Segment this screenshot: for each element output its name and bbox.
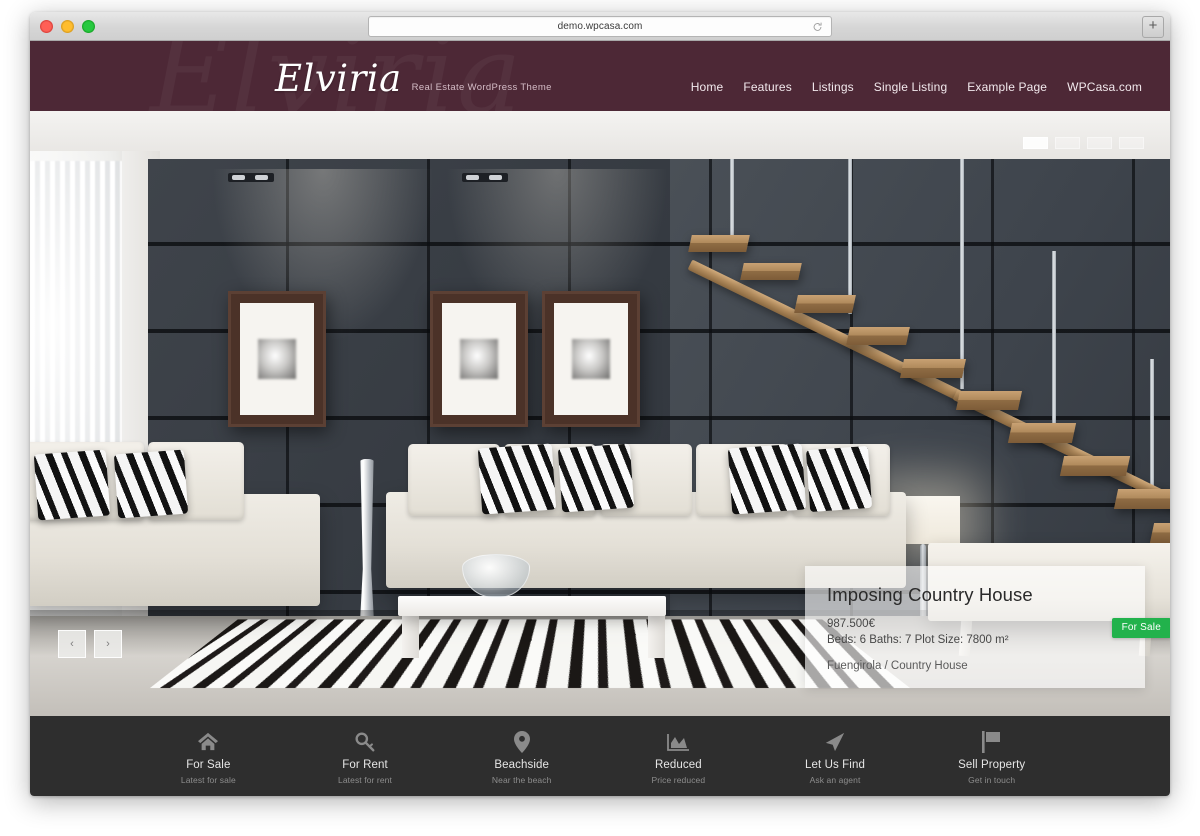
stair-tread-9 — [1113, 489, 1170, 509]
zebra-pillow-2 — [113, 449, 189, 519]
nav-item-wpcasa[interactable]: WPCasa.com — [1067, 80, 1142, 94]
quick-link-sub: Latest for sale — [180, 774, 236, 785]
ceiling-spotlight-right — [462, 173, 508, 182]
flag-icon — [981, 730, 1002, 753]
slider-page-3[interactable] — [1087, 137, 1112, 149]
browser-window: demo.wpcasa.com + Elviria Elviria Real E… — [30, 12, 1170, 796]
quick-link-sub: Price reduced — [651, 774, 706, 785]
stair-rod-1 — [730, 159, 734, 247]
main-navigation: Home Features Listings Single Listing Ex… — [691, 80, 1142, 94]
quick-link-sub: Latest for rent — [338, 774, 392, 785]
quick-link-sub: Ask an agent — [809, 774, 861, 785]
quick-link-label: Sell Property — [958, 758, 1026, 771]
ceiling-spotlight-left — [228, 173, 274, 182]
quick-link-label: For Sale — [186, 758, 231, 771]
property-location: Fuengirola / Country House — [827, 660, 968, 672]
coffee-table — [398, 596, 666, 616]
stair-tread-8 — [1059, 456, 1131, 476]
featured-property-card[interactable]: Imposing Country House 987.500€ Beds: 6 … — [805, 566, 1170, 688]
stair-tread-3 — [794, 295, 856, 313]
quick-link-sub: Near the beach — [491, 774, 552, 785]
quick-link-beachside[interactable]: Beachside Near the beach — [443, 729, 600, 785]
site-header: Elviria Elviria Real Estate WordPress Th… — [30, 41, 1170, 111]
stair-tread-2 — [740, 263, 802, 280]
slider-page-1[interactable] — [1023, 137, 1048, 149]
stair-tread-5 — [899, 359, 967, 378]
slider-navigation: ‹ › — [58, 630, 122, 658]
framed-artwork-1 — [228, 291, 326, 427]
status-badge: For Sale — [1111, 618, 1170, 638]
quick-link-for-sale[interactable]: For Sale Latest for sale — [130, 729, 287, 785]
map-pin-icon — [513, 730, 530, 753]
nav-item-example-page[interactable]: Example Page — [967, 80, 1047, 94]
quick-link-for-rent[interactable]: For Rent Latest for rent — [287, 729, 444, 785]
stair-rod-2 — [848, 159, 852, 314]
new-tab-button[interactable]: + — [1142, 16, 1164, 38]
stair-tread-10 — [1149, 523, 1170, 543]
address-bar[interactable]: demo.wpcasa.com — [368, 16, 832, 37]
site-brand[interactable]: Elviria Real Estate WordPress Theme — [275, 60, 552, 98]
quick-link-let-us-find[interactable]: Let Us Find Ask an agent — [757, 729, 914, 785]
nav-item-features[interactable]: Features — [743, 80, 792, 94]
coffee-table-leg-left — [402, 614, 419, 658]
nav-item-single-listing[interactable]: Single Listing — [874, 80, 947, 94]
coffee-table-leg-right — [648, 614, 665, 658]
slider-pagination — [1023, 137, 1144, 149]
stair-tread-6 — [955, 391, 1023, 410]
stair-tread-4 — [846, 327, 910, 345]
chart-icon — [666, 731, 690, 753]
quick-links-bar: For Sale Latest for sale For Rent Latest… — [30, 716, 1170, 796]
stair-rod-3 — [960, 159, 964, 389]
reload-icon[interactable] — [812, 21, 823, 32]
quick-link-label: Reduced — [654, 758, 702, 771]
property-title: Imposing Country House — [827, 584, 1033, 605]
zebra-pillow-5 — [727, 443, 807, 515]
stair-tread-1 — [688, 235, 750, 252]
key-icon — [354, 731, 376, 753]
zebra-pillow-3 — [477, 443, 557, 515]
url-text: demo.wpcasa.com — [557, 21, 643, 32]
property-price: 987.500€ — [827, 618, 875, 630]
nav-item-listings[interactable]: Listings — [812, 80, 854, 94]
framed-artwork-3 — [542, 291, 640, 427]
window-controls — [40, 19, 95, 33]
slider-page-2[interactable] — [1055, 137, 1080, 149]
zebra-rug — [150, 619, 910, 688]
paper-plane-icon — [824, 731, 846, 753]
stair-rod-5 — [1150, 359, 1154, 497]
property-specs: Beds: 6 Baths: 7 Plot Size: 7800 m² — [827, 634, 1009, 646]
hero-slider[interactable]: ‹ › Imposing Country House 987.500€ Beds… — [30, 111, 1170, 716]
quick-link-sell-property[interactable]: Sell Property Get in touch — [913, 729, 1070, 785]
zoom-window-button[interactable] — [82, 19, 95, 33]
stair-tread-7 — [1007, 423, 1077, 443]
zebra-pillow-1 — [33, 449, 111, 521]
nav-item-home[interactable]: Home — [691, 80, 724, 94]
framed-artwork-2 — [430, 291, 528, 427]
stair-rod-4 — [1052, 251, 1056, 431]
quick-link-label: For Rent — [342, 758, 388, 771]
slider-prev-button[interactable]: ‹ — [58, 630, 86, 658]
slider-next-button[interactable]: › — [94, 630, 122, 658]
zebra-pillow-4 — [557, 443, 635, 513]
quick-link-label: Let Us Find — [805, 758, 865, 771]
quick-link-reduced[interactable]: Reduced Price reduced — [600, 729, 757, 785]
home-icon — [197, 731, 219, 753]
site-logo: Elviria — [275, 57, 402, 100]
quick-link-sub: Get in touch — [968, 774, 1016, 785]
close-window-button[interactable] — [40, 19, 53, 33]
quick-link-label: Beachside — [494, 758, 549, 771]
zebra-pillow-6 — [805, 445, 873, 513]
minimize-window-button[interactable] — [61, 19, 74, 33]
site-tagline: Real Estate WordPress Theme — [411, 82, 552, 93]
slider-page-4[interactable] — [1119, 137, 1144, 149]
page-viewport: Elviria Elviria Real Estate WordPress Th… — [30, 41, 1170, 796]
browser-titlebar: demo.wpcasa.com + — [30, 12, 1170, 41]
